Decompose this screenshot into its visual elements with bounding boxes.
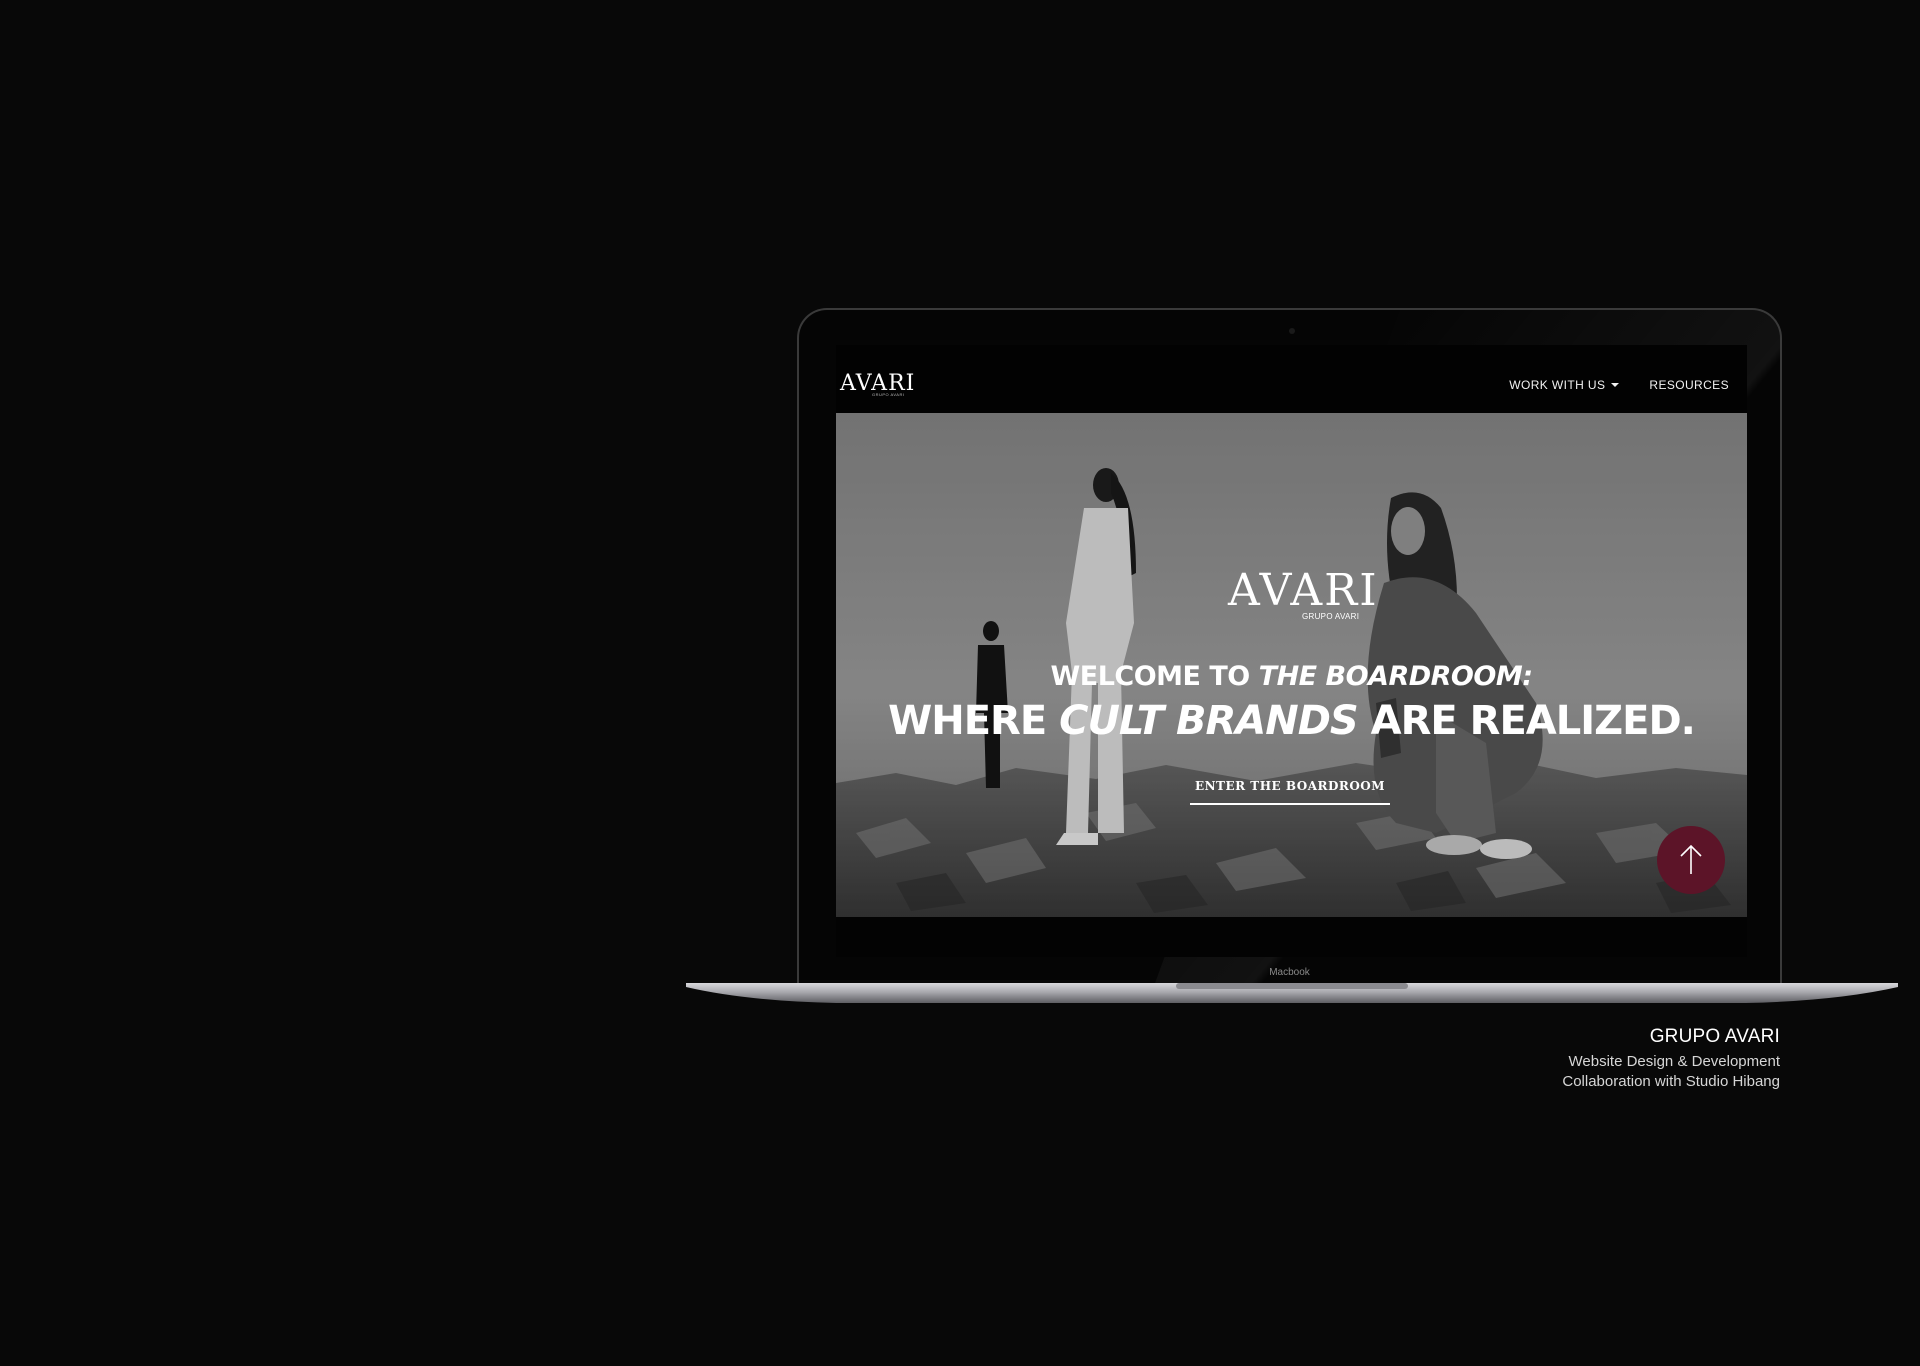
site-header: AVARI GRUPO AVARI WORK WITH US RESOURCES — [836, 345, 1747, 413]
enter-boardroom-link[interactable]: ENTER THE BOARDROOM — [1190, 779, 1390, 805]
caption-line-1: Website Design & Development — [1568, 1053, 1781, 1070]
hero-heading-line2: WHERE CULT BRANDS ARE REALIZED. — [836, 698, 1747, 744]
stage: Macbook AVARI GRUPO AVARI WORK WITH US R… — [0, 0, 1920, 1366]
project-caption: GRUPO AVARI Website Design & Development… — [1562, 1026, 1780, 1092]
laptop-base — [686, 983, 1898, 1003]
scroll-to-top-button[interactable] — [1657, 826, 1725, 894]
hero-line1-plain: WELCOME TO — [1050, 661, 1259, 692]
hero-line1-italic: THE BOARDROOM: — [1258, 661, 1533, 692]
hero-section: AVARI GRUPO AVARI WELCOME TO THE BOARDRO… — [836, 413, 1747, 917]
arrow-up-icon — [1680, 844, 1702, 874]
caption-title: GRUPO AVARI — [1649, 1026, 1780, 1047]
caption-line-2: Collaboration with Studio Hibang — [1562, 1073, 1780, 1090]
hero-line2-plain-b: ARE REALIZED. — [1357, 698, 1696, 744]
hero-line2-plain-a: WHERE — [888, 698, 1060, 744]
hero-logo-sub: GRUPO AVARI — [1302, 612, 1360, 621]
hero-logo: AVARI — [1228, 565, 1379, 616]
screen-bottom-strip — [836, 917, 1747, 957]
nav-item-label: RESOURCES — [1649, 378, 1729, 392]
laptop-model-label: Macbook — [1269, 967, 1310, 978]
nav-item-resources[interactable]: RESOURCES — [1649, 378, 1729, 392]
nav-item-work-with-us[interactable]: WORK WITH US — [1509, 378, 1620, 392]
hero-heading-line1: WELCOME TO THE BOARDROOM: — [836, 661, 1747, 692]
caret-down-icon — [1611, 383, 1620, 387]
hero-line2-italic: CULT BRANDS — [1059, 698, 1359, 744]
nav-item-label: WORK WITH US — [1509, 378, 1606, 392]
header-logo-sub: GRUPO AVARI — [872, 392, 905, 397]
website-screen: AVARI GRUPO AVARI WORK WITH US RESOURCES — [836, 345, 1747, 957]
camera — [1289, 328, 1295, 334]
main-nav: WORK WITH US RESOURCES — [1509, 378, 1729, 392]
